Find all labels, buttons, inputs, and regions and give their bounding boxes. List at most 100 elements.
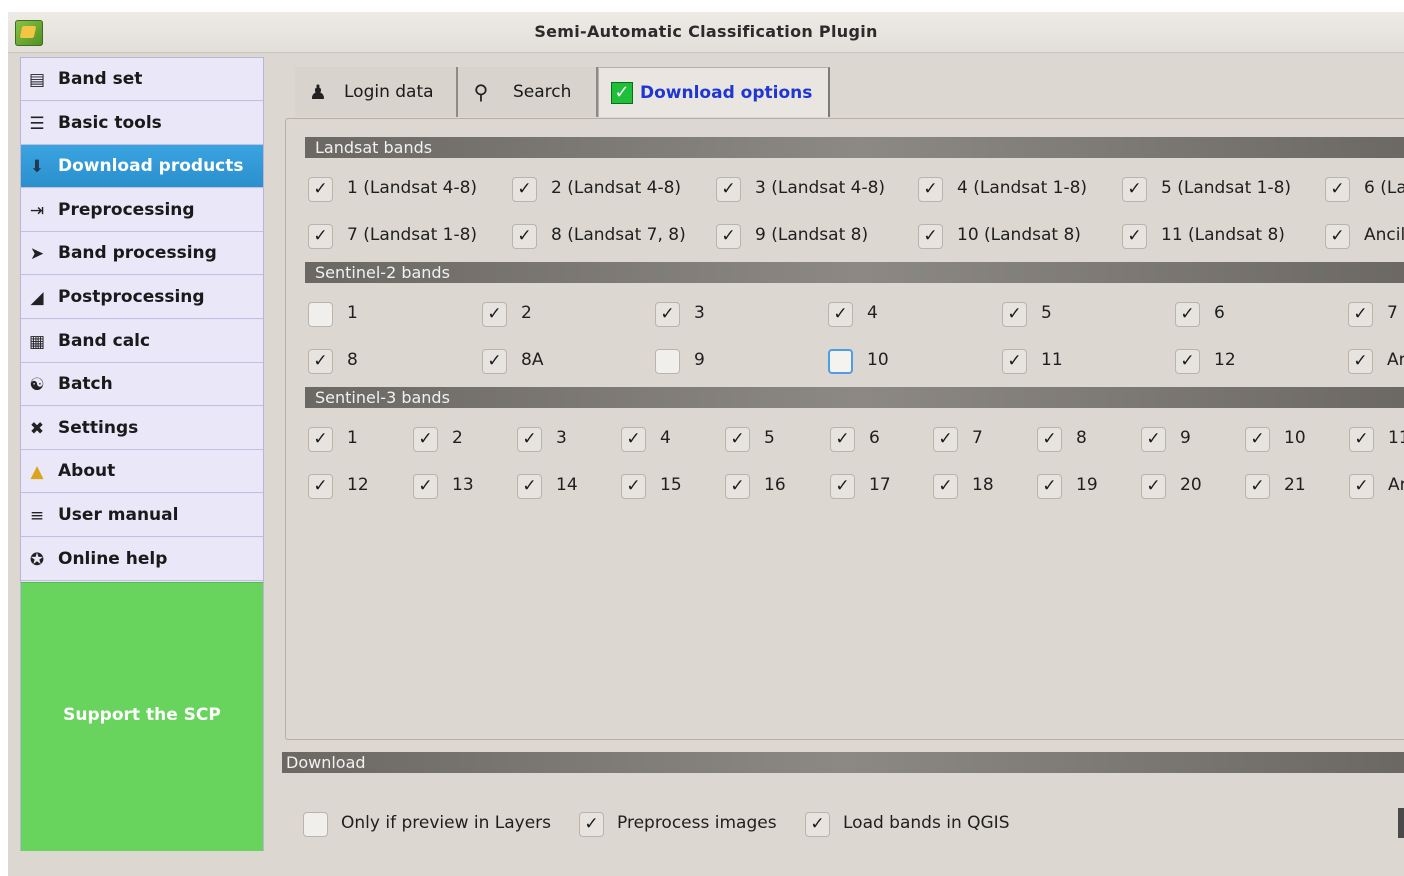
landsat-band-checkbox[interactable]: ✓ — [512, 224, 537, 249]
check-icon: ✓ — [611, 82, 633, 104]
sidebar-item-about[interactable]: ▲ About — [21, 450, 263, 494]
landsat-band-label: 1 (Landsat 4-8) — [347, 178, 478, 198]
sentinel2-band-checkbox[interactable]: ✓ — [1175, 302, 1200, 327]
sentinel3-band-checkbox[interactable]: ✓ — [308, 474, 333, 499]
tab-search[interactable]: ⚲ Search — [458, 67, 598, 117]
sidebar-item-basic-tools[interactable]: ☰ Basic tools — [21, 101, 263, 145]
sentinel2-band-label: 4 — [867, 303, 878, 323]
sentinel3-band-label: 20 — [1180, 475, 1202, 495]
sentinel3-band-checkbox[interactable]: ✓ — [1037, 427, 1062, 452]
download-option-checkbox[interactable]: ✓ — [579, 812, 604, 837]
sidebar-item-batch[interactable]: ☯ Batch — [21, 363, 263, 407]
sentinel3-band-checkbox[interactable]: ✓ — [621, 474, 646, 499]
landsat-band-checkbox[interactable]: ✓ — [1122, 177, 1147, 202]
sidebar-item-online-help[interactable]: ✪ Online help — [21, 537, 263, 581]
sidebar-item-postprocessing[interactable]: ◢ Postprocessing — [21, 276, 263, 319]
sentinel3-band-checkbox[interactable]: ✓ — [413, 427, 438, 452]
sentinel3-band-label: 13 — [452, 475, 474, 495]
support-the-scp-button[interactable]: Support the SCP — [21, 582, 263, 851]
sentinel2-band-checkbox[interactable]: ✓ — [482, 302, 507, 327]
sidebar-item-user-manual[interactable]: ≡ User manual — [21, 494, 263, 537]
download-icon: ⬇ — [29, 157, 45, 178]
sentinel2-band-checkbox[interactable]: ✓ — [1348, 302, 1373, 327]
sentinel3-band-checkbox[interactable]: ✓ — [413, 474, 438, 499]
sidebar-item-label: Online help — [58, 548, 168, 569]
download-option-checkbox[interactable]: ✓ — [805, 812, 830, 837]
tab-login-data[interactable]: ♟ Login data — [295, 67, 458, 117]
sentinel2-band-checkbox[interactable]: ✓ — [655, 302, 680, 327]
help-icon: ✪ — [29, 549, 45, 570]
sidebar-item-band-processing[interactable]: ➤ Band processing — [21, 232, 263, 276]
sentinel2-band-label: 12 — [1214, 350, 1236, 370]
sidebar-item-settings[interactable]: ✖ Settings — [21, 406, 263, 450]
sentinel2-band-checkbox[interactable] — [308, 302, 333, 327]
sentinel2-band-checkbox[interactable]: ✓ — [308, 349, 333, 374]
sentinel3-band-label: 11 — [1388, 428, 1404, 448]
sentinel3-band-checkbox[interactable]: ✓ — [933, 474, 958, 499]
tab-label: Search — [513, 82, 572, 102]
sentinel2-band-checkbox[interactable]: ✓ — [828, 302, 853, 327]
landsat-band-checkbox[interactable]: ✓ — [308, 224, 333, 249]
sentinel2-band-checkbox[interactable] — [655, 349, 680, 374]
landsat-band-label: 3 (Landsat 4-8) — [755, 178, 886, 198]
landsat-band-label: 2 (Landsat 4-8) — [551, 178, 682, 198]
sentinel3-band-checkbox[interactable]: ✓ — [725, 427, 750, 452]
sidebar-item-label: Band processing — [58, 243, 217, 264]
tab-label: Download options — [640, 83, 813, 103]
tab-download-options[interactable]: ✓ Download options — [598, 67, 830, 117]
sentinel3-band-checkbox[interactable]: ✓ — [830, 427, 855, 452]
sentinel3-band-checkbox[interactable]: ✓ — [1245, 427, 1270, 452]
landsat-band-checkbox[interactable]: ✓ — [512, 177, 537, 202]
download-option-label: Load bands in QGIS — [843, 813, 1010, 833]
landsat-band-checkbox[interactable]: ✓ — [918, 177, 943, 202]
sidebar-item-label: Band set — [58, 69, 143, 89]
section-title: Landsat bands — [315, 138, 433, 157]
sentinel3-band-checkbox[interactable]: ✓ — [830, 474, 855, 499]
sentinel2-band-checkbox[interactable]: ✓ — [482, 349, 507, 374]
landsat-band-label: 10 (Landsat 8) — [957, 225, 1081, 245]
sentinel3-band-label: 7 — [972, 428, 983, 448]
sentinel2-band-checkbox[interactable]: ✓ — [1348, 349, 1373, 374]
sentinel3-band-checkbox[interactable]: ✓ — [1141, 427, 1166, 452]
landsat-band-checkbox[interactable]: ✓ — [1122, 224, 1147, 249]
sidebar-item-label: Settings — [58, 417, 139, 438]
sentinel3-band-checkbox[interactable]: ✓ — [1245, 474, 1270, 499]
sidebar-item-band-calc[interactable]: ▦ Band calc — [21, 319, 263, 363]
sentinel3-band-checkbox[interactable]: ✓ — [517, 474, 542, 499]
sentinel2-band-checkbox[interactable]: ✓ — [1002, 302, 1027, 327]
sentinel3-band-checkbox[interactable]: ✓ — [725, 474, 750, 499]
sentinel3-band-checkbox[interactable]: ✓ — [1349, 474, 1374, 499]
tab-bar: ♟ Login data ⚲ Search ✓ Download options — [295, 67, 835, 117]
sentinel3-band-checkbox[interactable]: ✓ — [517, 427, 542, 452]
sentinel3-band-label: 14 — [556, 475, 578, 495]
sidebar-item-download-products[interactable]: ⬇ Download products — [21, 145, 263, 189]
batch-icon: ☯ — [29, 375, 45, 396]
sentinel3-band-label: 5 — [764, 428, 775, 448]
landsat-band-checkbox[interactable]: ✓ — [716, 224, 741, 249]
sentinel3-band-checkbox[interactable]: ✓ — [1037, 474, 1062, 499]
landsat-band-checkbox[interactable]: ✓ — [716, 177, 741, 202]
sentinel3-band-checkbox[interactable]: ✓ — [1141, 474, 1166, 499]
sidebar: ▤ Band set ☰ Basic tools ⬇ Download prod… — [20, 57, 264, 851]
landsat-band-checkbox[interactable]: ✓ — [1325, 177, 1350, 202]
landsat-band-checkbox[interactable]: ✓ — [918, 224, 943, 249]
landsat-band-label: 4 (Landsat 1-8) — [957, 178, 1088, 198]
sentinel2-band-label: 9 — [694, 350, 705, 370]
sentinel3-band-label: 9 — [1180, 428, 1191, 448]
landsat-band-label: 8 (Landsat 7, 8) — [551, 225, 686, 245]
sentinel3-band-checkbox[interactable]: ✓ — [621, 427, 646, 452]
sentinel3-band-checkbox[interactable]: ✓ — [308, 427, 333, 452]
run-button-edge[interactable] — [1398, 808, 1404, 838]
sentinel2-band-checkbox[interactable] — [828, 349, 853, 374]
landsat-band-checkbox[interactable]: ✓ — [308, 177, 333, 202]
sentinel3-band-label: 16 — [764, 475, 786, 495]
sentinel3-band-checkbox[interactable]: ✓ — [933, 427, 958, 452]
sidebar-item-band-set[interactable]: ▤ Band set — [21, 58, 263, 101]
download-option-checkbox[interactable] — [303, 812, 328, 837]
sidebar-item-preprocessing[interactable]: ⇥ Preprocessing — [21, 188, 263, 232]
sentinel2-band-checkbox[interactable]: ✓ — [1002, 349, 1027, 374]
sentinel2-band-checkbox[interactable]: ✓ — [1175, 349, 1200, 374]
sentinel3-band-checkbox[interactable]: ✓ — [1349, 427, 1374, 452]
landsat-band-checkbox[interactable]: ✓ — [1325, 224, 1350, 249]
book-icon: ≡ — [29, 506, 45, 526]
